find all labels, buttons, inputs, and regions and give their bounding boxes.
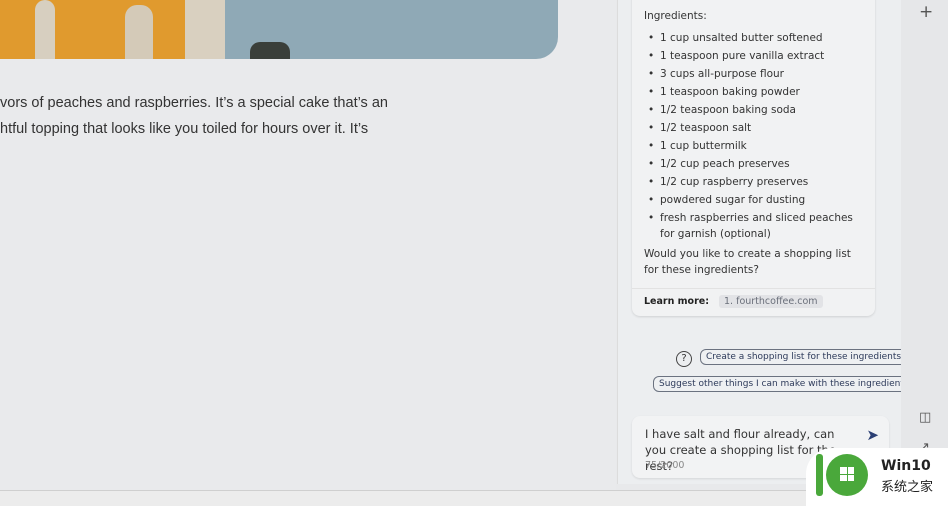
chat-panel: Ingredients: 1 cup unsalted butter softe… <box>617 0 918 484</box>
watermark-text: 系统之家 <box>881 480 934 495</box>
suggestion-other-things[interactable]: Suggest other things I can make with the… <box>653 376 918 392</box>
list-item: 3 cups all-purpose flour <box>644 65 869 83</box>
watermark: Win10 系统之家 <box>806 448 948 506</box>
article-text: vors of peaches and raspberries. It’s a … <box>0 90 388 142</box>
cake-image <box>0 0 558 59</box>
article-line: htful topping that looks like you toiled… <box>0 121 369 137</box>
response-card: Ingredients: 1 cup unsalted butter softe… <box>632 0 875 316</box>
learn-more: Learn more: 1. fourthcoffee.com <box>632 288 875 314</box>
list-item: 1/2 cup peach preserves <box>644 155 869 173</box>
list-item: 1/2 teaspoon salt <box>644 119 869 137</box>
char-count: 75/2000 <box>645 460 685 471</box>
follow-up-question: Would you like to create a shopping list… <box>644 248 851 276</box>
learn-more-label: Learn more: <box>644 296 710 307</box>
watermark-text: Win10 <box>881 458 931 474</box>
list-item: fresh raspberries and sliced peaches for… <box>644 209 869 242</box>
article-line: vors of peaches and raspberries. It’s a … <box>0 95 388 111</box>
list-item: 1 teaspoon baking powder <box>644 83 869 101</box>
list-item: 1 cup buttermilk <box>644 137 869 155</box>
ingredients-heading: Ingredients: <box>644 10 707 22</box>
plus-icon[interactable]: + <box>919 2 933 22</box>
main-content: vors of peaches and raspberries. It’s a … <box>0 0 616 492</box>
right-rail: + ◫ ↗ <box>901 0 948 490</box>
source-link[interactable]: 1. fourthcoffee.com <box>719 295 823 308</box>
ingredient-list: 1 cup unsalted butter softened 1 teaspoo… <box>644 29 869 244</box>
list-item: powdered sugar for dusting <box>644 191 869 209</box>
suggestion-shopping-list[interactable]: Create a shopping list for these ingredi… <box>700 349 910 365</box>
split-view-icon[interactable]: ◫ <box>919 410 931 425</box>
list-item: 1 cup unsalted butter softened <box>644 29 869 47</box>
list-item: 1 teaspoon pure vanilla extract <box>644 47 869 65</box>
list-item: 1/2 cup raspberry preserves <box>644 173 869 191</box>
list-item: 1/2 teaspoon baking soda <box>644 101 869 119</box>
help-icon[interactable]: ? <box>676 351 692 367</box>
send-icon[interactable]: ➤ <box>866 426 879 444</box>
